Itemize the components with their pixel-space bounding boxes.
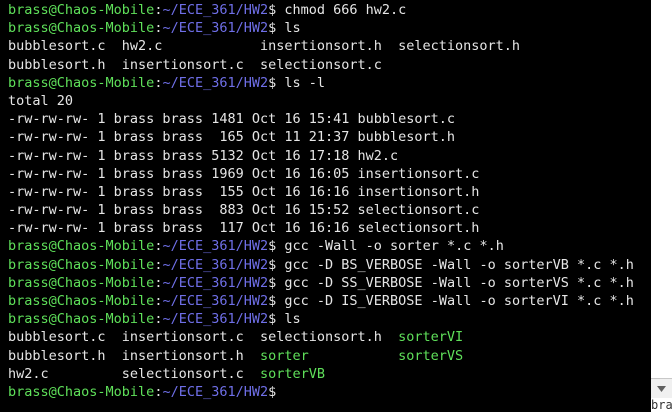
output-text: -rw-rw-rw- 1 brass brass 165 Oct 11 21:3… xyxy=(8,129,456,146)
prompt-path: ~/ECE_361/HW2 xyxy=(162,256,269,273)
prompt-user-host: brass@Chaos-Mobile xyxy=(8,20,155,37)
prompt-user-host: brass@Chaos-Mobile xyxy=(8,74,155,91)
prompt-path: ~/ECE_361/HW2 xyxy=(162,238,269,255)
prompt-user-host: brass@Chaos-Mobile xyxy=(8,274,155,291)
output-line: bubblesort.h insertionsort.c selectionso… xyxy=(8,56,634,74)
file-name: bubblesort.c insertionsort.c selectionso… xyxy=(8,329,399,346)
prompt-user-host: brass@Chaos-Mobile xyxy=(8,2,155,18)
command-text: gcc -D BS_VERBOSE -Wall -o sorterVB *.c … xyxy=(276,256,634,273)
prompt-user-host: brass@Chaos-Mobile xyxy=(8,311,155,328)
prompt-line: brass@Chaos-Mobile:~/ECE_361/HW2$ gcc -W… xyxy=(8,237,634,255)
output-text: -rw-rw-rw- 1 brass brass 1969 Oct 16 16:… xyxy=(8,165,480,182)
prompt-line: brass@Chaos-Mobile:~/ECE_361/HW2$ gcc -D… xyxy=(8,256,634,274)
executable-file-name: sorter xyxy=(259,347,309,364)
executable-file-name: sorterVI xyxy=(398,329,464,346)
vertical-scrollbar[interactable]: bra xyxy=(651,0,672,412)
output-line: -rw-rw-rw- 1 brass brass 883 Oct 16 15:5… xyxy=(8,201,634,219)
output-line: -rw-rw-rw- 1 brass brass 165 Oct 11 21:3… xyxy=(8,128,634,146)
file-name xyxy=(309,348,398,364)
file-name: hw2.c selectionsort.c xyxy=(8,365,260,382)
command-text: chmod 666 hw2.c xyxy=(276,2,407,18)
prompt-line: brass@Chaos-Mobile:~/ECE_361/HW2$ ls xyxy=(8,19,634,37)
prompt-line: brass@Chaos-Mobile:~/ECE_361/HW2$ xyxy=(8,383,634,401)
prompt-path: ~/ECE_361/HW2 xyxy=(162,74,269,91)
prompt-line: brass@Chaos-Mobile:~/ECE_361/HW2$ ls xyxy=(8,310,634,328)
prompt-user-host: brass@Chaos-Mobile xyxy=(8,238,155,255)
terminal-output[interactable]: brass@Chaos-Mobile:~/ECE_361/HW2$ chmod … xyxy=(8,1,634,401)
executable-file-name: sorterVB xyxy=(259,365,325,382)
output-text: -rw-rw-rw- 1 brass brass 155 Oct 16 16:1… xyxy=(8,183,480,200)
output-text: bubblesort.c hw2.c insertionsort.h selec… xyxy=(8,38,521,55)
output-line: -rw-rw-rw- 1 brass brass 1481 Oct 16 15:… xyxy=(8,110,634,128)
output-text: -rw-rw-rw- 1 brass brass 117 Oct 16 16:1… xyxy=(8,220,480,237)
prompt-line: brass@Chaos-Mobile:~/ECE_361/HW2$ ls -l xyxy=(8,74,634,92)
prompt-path: ~/ECE_361/HW2 xyxy=(162,293,269,309)
scroll-down-button[interactable] xyxy=(651,378,672,399)
prompt-line: brass@Chaos-Mobile:~/ECE_361/HW2$ chmod … xyxy=(8,1,634,19)
prompt-line: brass@Chaos-Mobile:~/ECE_361/HW2$ gcc -D… xyxy=(8,292,634,310)
output-line: -rw-rw-rw- 1 brass brass 155 Oct 16 16:1… xyxy=(8,183,634,201)
output-text: bubblesort.h insertionsort.c selectionso… xyxy=(8,56,382,73)
command-text: ls xyxy=(276,20,301,37)
terminal-window[interactable]: brass@Chaos-Mobile:~/ECE_361/HW2$ chmod … xyxy=(0,0,651,412)
output-text: total 20 xyxy=(8,92,74,109)
listing-line: bubblesort.h insertionsort.h sorter sort… xyxy=(8,347,634,365)
output-line: bubblesort.c hw2.c insertionsort.h selec… xyxy=(8,37,634,55)
text-cursor xyxy=(276,383,284,398)
file-name: bubblesort.h insertionsort.h xyxy=(8,347,260,364)
output-line: -rw-rw-rw- 1 brass brass 117 Oct 16 16:1… xyxy=(8,219,634,237)
output-text: -rw-rw-rw- 1 brass brass 1481 Oct 16 15:… xyxy=(8,111,456,128)
prompt-path: ~/ECE_361/HW2 xyxy=(162,2,269,18)
output-line: -rw-rw-rw- 1 brass brass 1969 Oct 16 16:… xyxy=(8,165,634,183)
prompt-user-host: brass@Chaos-Mobile xyxy=(8,383,155,400)
output-text: -rw-rw-rw- 1 brass brass 5132 Oct 16 17:… xyxy=(8,147,399,164)
command-text: ls -l xyxy=(276,74,326,91)
prompt-user-host: brass@Chaos-Mobile xyxy=(8,293,155,309)
executable-file-name: sorterVS xyxy=(398,347,464,364)
command-text: ls xyxy=(276,311,301,328)
output-text: -rw-rw-rw- 1 brass brass 883 Oct 16 15:5… xyxy=(8,202,480,219)
command-text: gcc -Wall -o sorter *.c *.h xyxy=(276,238,504,255)
background-window-text: bra xyxy=(651,398,672,412)
scrollbar-thumb[interactable] xyxy=(652,2,671,376)
prompt-symbol: $ xyxy=(268,383,277,400)
chevron-down-icon xyxy=(657,386,666,392)
output-line: total 20 xyxy=(8,92,634,110)
prompt-path: ~/ECE_361/HW2 xyxy=(162,20,269,37)
prompt-path: ~/ECE_361/HW2 xyxy=(162,383,269,400)
listing-line: hw2.c selectionsort.c sorterVB xyxy=(8,365,634,383)
output-line: -rw-rw-rw- 1 brass brass 5132 Oct 16 17:… xyxy=(8,147,634,165)
prompt-path: ~/ECE_361/HW2 xyxy=(162,311,269,328)
command-text: gcc -D SS_VERBOSE -Wall -o sorterVS *.c … xyxy=(276,274,634,291)
prompt-user-host: brass@Chaos-Mobile xyxy=(8,256,155,273)
listing-line: bubblesort.c insertionsort.c selectionso… xyxy=(8,328,634,346)
prompt-line: brass@Chaos-Mobile:~/ECE_361/HW2$ gcc -D… xyxy=(8,274,634,292)
prompt-path: ~/ECE_361/HW2 xyxy=(162,274,269,291)
command-text: gcc -D IS_VERBOSE -Wall -o sorterVI *.c … xyxy=(276,293,634,309)
